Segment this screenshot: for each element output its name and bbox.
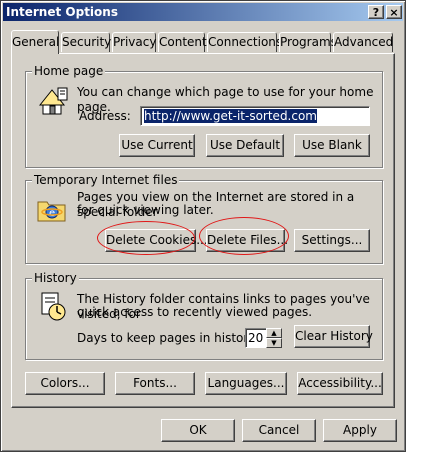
days-label: Days to keep pages in history: — [77, 331, 259, 345]
apply-button[interactable]: Apply — [323, 419, 397, 442]
history-group-label: History — [32, 271, 79, 285]
history-group: History The History folder contains link… — [25, 271, 383, 360]
home-icon — [38, 87, 68, 115]
tab-general[interactable]: General — [11, 30, 59, 54]
help-button[interactable]: ? — [368, 5, 384, 19]
tab-security[interactable]: Security — [61, 32, 111, 52]
fonts-button[interactable]: Fonts... — [115, 372, 195, 395]
ok-button[interactable]: OK — [161, 419, 235, 442]
internet-options-dialog: Internet Options ? × General Security Pr… — [0, 0, 406, 452]
close-button[interactable]: × — [386, 5, 402, 19]
address-label: Address: — [79, 109, 131, 123]
address-value: http://www.get-it-sorted.com — [144, 109, 317, 123]
tab-connections[interactable]: Connections — [207, 32, 282, 52]
tab-privacy[interactable]: Privacy — [112, 32, 156, 52]
delete-cookies-button[interactable]: Delete Cookies... — [105, 229, 208, 252]
history-clock-icon — [41, 292, 66, 321]
settings-button[interactable]: Settings... — [294, 229, 370, 252]
use-blank-button[interactable]: Use Blank — [294, 134, 370, 157]
temp-files-description-2: for quick viewing later. — [77, 203, 214, 217]
delete-files-button[interactable]: Delete Files... — [206, 229, 288, 252]
history-description-2: quick access to recently viewed pages. — [77, 305, 313, 319]
window-title: Internet Options — [6, 5, 118, 19]
general-tab-panel: Home page You can change which page to u… — [11, 53, 395, 408]
spin-up-icon[interactable]: ▲ — [266, 328, 282, 338]
colors-button[interactable]: Colors... — [25, 372, 105, 395]
use-default-button[interactable]: Use Default — [206, 134, 284, 157]
temp-files-group: Temporary Internet files e Pages you vie… — [25, 173, 383, 264]
languages-button[interactable]: Languages... — [205, 372, 287, 395]
cancel-button[interactable]: Cancel — [242, 419, 316, 442]
address-input[interactable]: http://www.get-it-sorted.com — [140, 106, 370, 126]
use-current-button[interactable]: Use Current — [119, 134, 195, 157]
days-spinner[interactable]: ▲ ▼ — [266, 328, 282, 348]
tab-programs[interactable]: Programs — [279, 32, 337, 52]
spin-down-icon[interactable]: ▼ — [266, 338, 282, 348]
home-page-group-label: Home page — [32, 64, 106, 78]
tab-content[interactable]: Content — [158, 32, 207, 52]
days-input[interactable]: 20 — [245, 328, 267, 348]
tab-advanced[interactable]: Advanced — [333, 32, 393, 52]
accessibility-button[interactable]: Accessibility... — [297, 372, 383, 395]
clear-history-button[interactable]: Clear History — [294, 325, 373, 348]
ie-folder-icon: e — [37, 201, 66, 222]
home-page-group: Home page You can change which page to u… — [25, 64, 383, 168]
temp-files-group-label: Temporary Internet files — [32, 173, 180, 187]
title-bar[interactable]: Internet Options ? × — [3, 3, 403, 21]
